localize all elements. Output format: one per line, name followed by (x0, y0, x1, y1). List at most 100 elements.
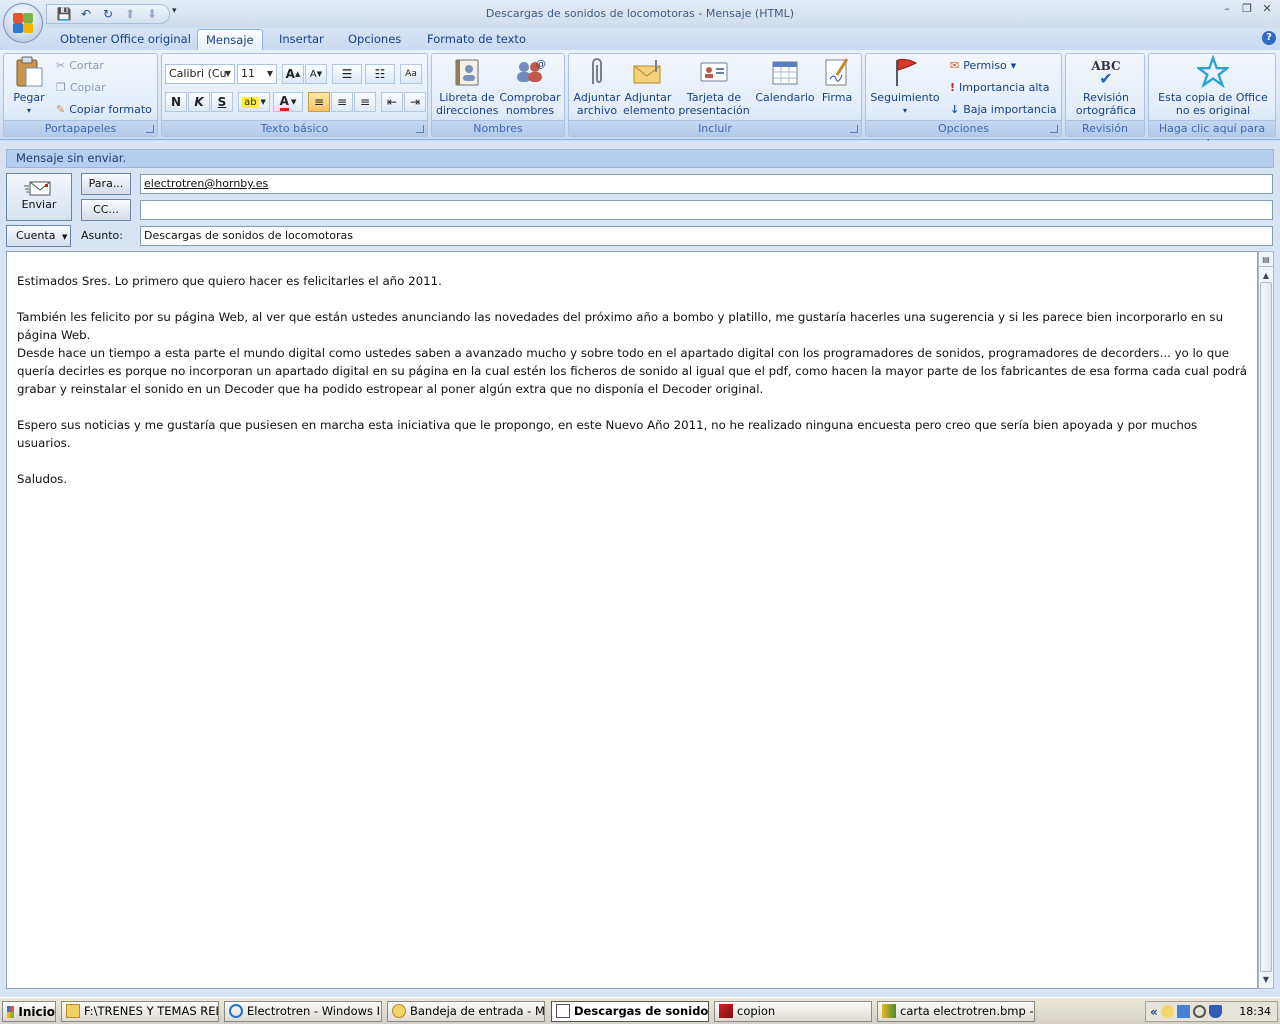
opciones-launcher-icon[interactable] (1050, 125, 1058, 133)
previous-item-icon[interactable]: ⬆ (121, 6, 139, 22)
font-size-combo[interactable]: 11 ▼ (237, 64, 277, 84)
tab-opciones[interactable]: Opciones (340, 29, 409, 50)
help-icon[interactable]: ? (1262, 31, 1276, 45)
windows-logo-icon (7, 1005, 15, 1018)
texto-basico-launcher-icon[interactable] (416, 125, 424, 133)
signature-button[interactable]: Firma (817, 56, 857, 104)
to-field[interactable]: electrotren@hornby.es (140, 174, 1273, 194)
permission-button[interactable]: ✉ Permiso ▼ (950, 56, 1016, 76)
shrink-font-button[interactable]: A ▼ (305, 64, 327, 84)
address-book-icon (451, 56, 483, 88)
font-name-combo[interactable]: Calibri (Cu ▼ (165, 64, 235, 84)
window-title: Descargas de sonidos de locomotoras - Me… (485, 7, 795, 20)
cc-field[interactable] (140, 200, 1273, 220)
taskbar-item-copion[interactable]: copion (714, 1001, 872, 1022)
body-paragraph (17, 290, 1253, 308)
italic-button[interactable]: K (188, 92, 210, 112)
folder-icon (66, 1004, 80, 1018)
taskbar-item-internet-explorer[interactable]: Electrotren - Windows In... (224, 1001, 382, 1022)
redo-icon[interactable]: ↻ (99, 6, 117, 22)
ruler-toggle-icon[interactable]: ▤ (1259, 253, 1273, 267)
check-names-button[interactable]: @ Comprobar nombres (498, 56, 562, 117)
office-logo-icon (12, 12, 34, 34)
calendar-icon (769, 56, 801, 88)
paste-button[interactable]: Pegar ▾ (8, 56, 50, 117)
scrollbar-thumb[interactable] (1260, 282, 1272, 972)
chevron-down-icon: ▼ (224, 69, 231, 78)
styles-button[interactable]: Aa (400, 64, 422, 84)
send-button[interactable]: Enviar (6, 173, 72, 221)
save-icon[interactable]: 💾 (55, 6, 73, 22)
paste-dropdown-icon[interactable]: ▾ (8, 104, 50, 117)
low-importance-button[interactable]: ↓ Baja importancia (950, 100, 1057, 120)
numbering-button[interactable]: ☷ (365, 64, 395, 84)
underline-button[interactable]: S (211, 92, 233, 112)
align-left-button[interactable]: ≡ (308, 92, 330, 112)
next-item-icon[interactable]: ⬇ (143, 6, 161, 22)
minimize-icon[interactable]: – (1220, 2, 1234, 16)
message-body-text[interactable]: Estimados Sres. Lo primero que quiero ha… (17, 272, 1253, 488)
calendar-button[interactable]: Calendario (755, 56, 815, 104)
body-paragraph: También les felicito por su página Web, … (17, 310, 1224, 342)
to-button[interactable]: Para... (81, 173, 131, 195)
align-center-button[interactable]: ≡ (331, 92, 353, 112)
spelling-button[interactable]: ABC ✔ Revisión ortográfica (1068, 56, 1144, 117)
search-icon[interactable] (1192, 1005, 1206, 1018)
taskbar-item-paint[interactable]: carta electrotren.bmp - ... (877, 1001, 1035, 1022)
customize-qat-icon[interactable]: ▾ (172, 6, 177, 16)
incluir-launcher-icon[interactable] (850, 125, 858, 133)
network-icon[interactable] (1176, 1005, 1190, 1018)
copy-button[interactable]: ❐ Copiar (56, 78, 106, 98)
decrease-indent-button[interactable]: ⇤ (381, 92, 403, 112)
attach-item-button[interactable]: Adjuntar elemento (623, 56, 675, 117)
taskbar-item-message[interactable]: Descargas de sonidos... (551, 1001, 709, 1022)
follow-up-label: Seguimiento (870, 91, 940, 104)
address-book-button[interactable]: Libreta de direcciones (436, 56, 498, 117)
taskbar-item-explorer[interactable]: F:\TRENES Y TEMAS REL... (61, 1001, 219, 1022)
follow-up-button[interactable]: Seguimiento ▾ (868, 56, 942, 117)
bullets-button[interactable]: ☰ (332, 64, 362, 84)
security-shield-icon[interactable] (1208, 1005, 1222, 1018)
scroll-up-icon[interactable]: ▲ (1259, 269, 1273, 283)
tab-insertar[interactable]: Insertar (271, 29, 332, 50)
high-importance-button[interactable]: ! Importancia alta (950, 78, 1049, 98)
undo-icon[interactable]: ↶ (77, 6, 95, 22)
spelling-label: Revisión ortográfica (1075, 91, 1137, 117)
office-button[interactable] (3, 3, 43, 43)
format-painter-button[interactable]: ✎ Copiar formato (56, 100, 152, 120)
start-button[interactable]: Inicio (2, 1001, 56, 1022)
attach-file-button[interactable]: Adjuntar archivo (571, 56, 623, 117)
tray-expand-icon[interactable]: « (1150, 1005, 1158, 1019)
star-icon (1197, 55, 1229, 89)
increase-indent-button[interactable]: ⇥ (404, 92, 426, 112)
cut-button[interactable]: ✂ Cortar (56, 56, 104, 76)
paint-icon (882, 1004, 896, 1018)
grow-font-button[interactable]: A ▲ (282, 64, 304, 84)
group-label-nombres: Nombres (432, 120, 564, 136)
taskbar: Inicio F:\TRENES Y TEMAS REL... Electrot… (0, 997, 1280, 1024)
tab-mensaje[interactable]: Mensaje (197, 29, 263, 50)
align-right-button[interactable]: ≡ (354, 92, 376, 112)
cc-button[interactable]: CC... (81, 199, 131, 221)
tab-formato-de-texto[interactable]: Formato de texto (419, 29, 534, 50)
portapapeles-launcher-icon[interactable] (146, 125, 154, 133)
follow-up-dropdown-icon[interactable]: ▾ (868, 104, 942, 117)
message-body[interactable]: Estimados Sres. Lo primero que quiero ha… (6, 251, 1258, 989)
font-color-button[interactable]: A ▼ (273, 92, 303, 112)
bold-button[interactable]: N (165, 92, 187, 112)
business-card-button[interactable]: Tarjeta de presentación (675, 56, 753, 117)
outlook-tray-icon[interactable] (1160, 1005, 1174, 1018)
close-icon[interactable]: ✕ (1260, 2, 1274, 16)
vertical-scrollbar[interactable]: ▤ ▲ ▼ (1258, 251, 1274, 989)
account-button[interactable]: Cuenta ▼ (6, 225, 71, 247)
group-label-revision: Revisión (1066, 120, 1144, 136)
tab-obtener-office[interactable]: Obtener Office original (52, 29, 199, 50)
chevron-down-icon: ▼ (266, 69, 273, 78)
scroll-down-icon[interactable]: ▼ (1259, 973, 1273, 987)
paperclip-icon (581, 56, 613, 88)
taskbar-item-outlook-inbox[interactable]: Bandeja de entrada - Mic... (387, 1001, 545, 1022)
subject-field[interactable]: Descargas de sonidos de locomotoras (140, 226, 1273, 246)
highlight-button[interactable]: ab ▼ (238, 92, 270, 112)
office-not-genuine-button[interactable]: Esta copia de Office no es original (1151, 55, 1275, 117)
maximize-icon[interactable]: ❐ (1240, 2, 1254, 16)
